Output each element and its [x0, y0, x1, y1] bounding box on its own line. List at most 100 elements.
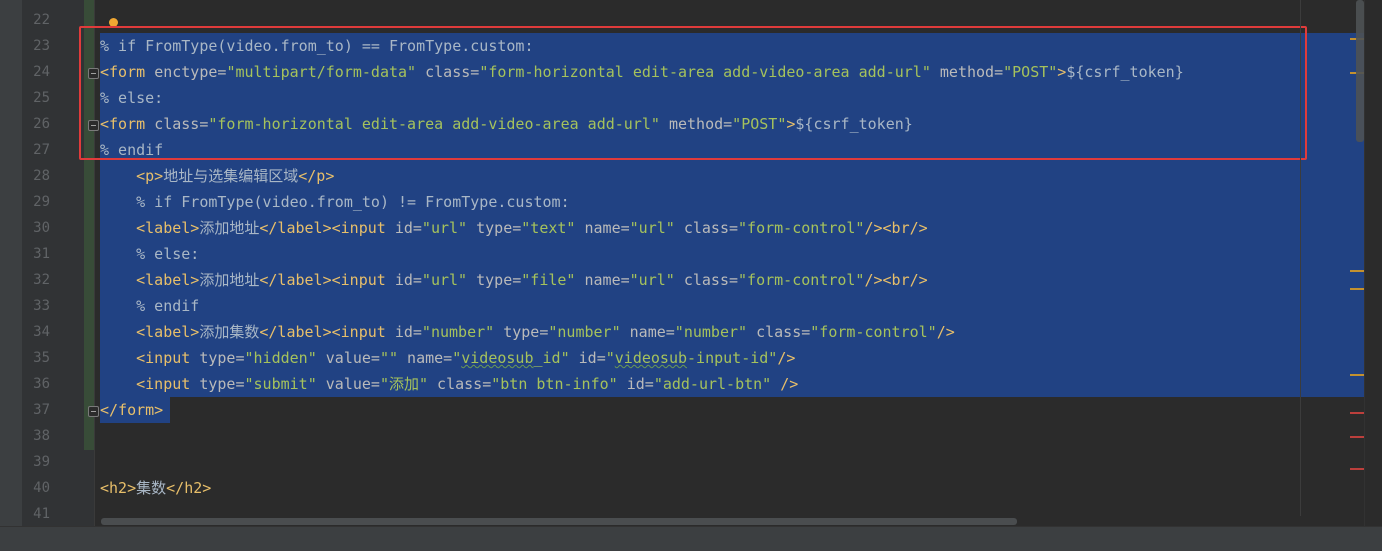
- line-number: 38: [33, 428, 50, 444]
- vertical-scrollbar-thumb[interactable]: [1356, 0, 1364, 142]
- status-bar: [0, 526, 1382, 551]
- code-token: </p>: [298, 167, 335, 185]
- code-token: 添加地址: [199, 219, 260, 237]
- line-number: 23: [33, 38, 50, 54]
- error-marker[interactable]: [1350, 436, 1364, 438]
- horizontal-scrollbar-thumb[interactable]: [101, 518, 1017, 525]
- code-line[interactable]: % if FromType(video.from_to) != FromType…: [100, 189, 570, 215]
- code-token: id=: [394, 219, 422, 237]
- code-token: class=: [674, 219, 739, 237]
- code-token: "number": [548, 323, 621, 341]
- code-token: id=: [394, 271, 422, 289]
- code-token: "add-url-btn": [653, 375, 772, 393]
- code-token: ": [605, 349, 615, 367]
- code-token: "url": [629, 271, 675, 289]
- code-token: "number": [421, 323, 495, 341]
- code-token: "url": [629, 219, 675, 237]
- error-marker[interactable]: [1350, 412, 1364, 414]
- line-number: 30: [33, 220, 50, 236]
- line-number: 41: [33, 506, 50, 522]
- code-token: _id": [533, 349, 570, 367]
- code-token: % if FromType(video.from_to) != FromType…: [100, 193, 570, 211]
- code-token: % endif: [100, 297, 200, 315]
- code-line[interactable]: % endif: [100, 293, 199, 319]
- line-number: 24: [33, 64, 50, 80]
- code-line[interactable]: </form>: [100, 397, 163, 423]
- code-token: "form-control": [810, 323, 937, 341]
- error-stripe[interactable]: [1350, 0, 1382, 550]
- code-token: "添加": [379, 375, 429, 393]
- line-number: 37: [33, 402, 50, 418]
- code-token: name=: [575, 271, 630, 289]
- code-token: <h2>: [100, 479, 137, 497]
- code-token: </label><input: [259, 219, 395, 237]
- code-token: class=: [674, 271, 739, 289]
- line-number: 25: [33, 90, 50, 106]
- code-token: />: [936, 323, 955, 341]
- code-token: />: [777, 349, 796, 367]
- code-line[interactable]: <input type="hidden" value="" name="vide…: [100, 345, 795, 371]
- line-number: 40: [33, 480, 50, 496]
- code-token: type=: [467, 271, 522, 289]
- code-token: type=: [199, 349, 245, 367]
- code-token: -input-id": [687, 349, 778, 367]
- line-number: 32: [33, 272, 50, 288]
- code-token: value=: [316, 375, 380, 393]
- code-token: ": [452, 349, 462, 367]
- code-token: "submit": [244, 375, 317, 393]
- code-token: <p>: [136, 167, 164, 185]
- code-token: "file": [521, 271, 576, 289]
- code-token: <label>: [136, 271, 200, 289]
- code-token: /><br/>: [864, 219, 928, 237]
- code-token: <input: [136, 349, 200, 367]
- line-number: 35: [33, 350, 50, 366]
- code-token: /><br/>: [864, 271, 928, 289]
- line-number: 29: [33, 194, 50, 210]
- line-number: 26: [33, 116, 50, 132]
- code-token: % else:: [100, 245, 200, 263]
- line-number: 34: [33, 324, 50, 340]
- code-token: id=: [617, 375, 654, 393]
- code-token: videosub: [614, 349, 688, 367]
- tool-window-strip: [0, 0, 23, 550]
- code-token: type=: [494, 323, 549, 341]
- warning-marker[interactable]: [1350, 288, 1364, 290]
- line-number: 28: [33, 168, 50, 184]
- code-line[interactable]: <h2>集数</h2>: [100, 475, 211, 501]
- code-token: "number": [674, 323, 748, 341]
- code-token: name=: [620, 323, 675, 341]
- code-token: name=: [398, 349, 453, 367]
- warning-marker[interactable]: [1350, 270, 1364, 272]
- code-token: />: [771, 375, 799, 393]
- code-line[interactable]: % else:: [100, 241, 199, 267]
- warning-marker[interactable]: [1350, 374, 1364, 376]
- code-token: name=: [575, 219, 630, 237]
- code-token: "url": [421, 271, 468, 289]
- code-line[interactable]: <label>添加地址</label><input id="url" type=…: [100, 215, 928, 241]
- code-line[interactable]: <label>添加集数</label><input id="number" ty…: [100, 319, 955, 345]
- code-token: "form-control": [738, 271, 865, 289]
- code-token: id=: [394, 323, 422, 341]
- line-number: 39: [33, 454, 50, 470]
- code-token: id=: [569, 349, 606, 367]
- error-marker[interactable]: [1350, 468, 1364, 470]
- code-line[interactable]: <input type="submit" value="添加" class="b…: [100, 371, 798, 397]
- code-token: class=: [428, 375, 492, 393]
- code-token: </label><input: [259, 323, 395, 341]
- code-token: "": [379, 349, 399, 367]
- code-token: </h2>: [166, 479, 212, 497]
- code-token: "url": [421, 219, 468, 237]
- code-token: type=: [467, 219, 522, 237]
- code-line[interactable]: <label>添加地址</label><input id="url" type=…: [100, 267, 928, 293]
- line-number: 33: [33, 298, 50, 314]
- code-token: videosub: [461, 349, 534, 367]
- code-token: "btn btn-info": [491, 375, 618, 393]
- code-line[interactable]: <p>地址与选集编辑区域</p>: [100, 163, 334, 189]
- code-token: <input: [136, 375, 200, 393]
- code-token: 集数: [136, 479, 167, 497]
